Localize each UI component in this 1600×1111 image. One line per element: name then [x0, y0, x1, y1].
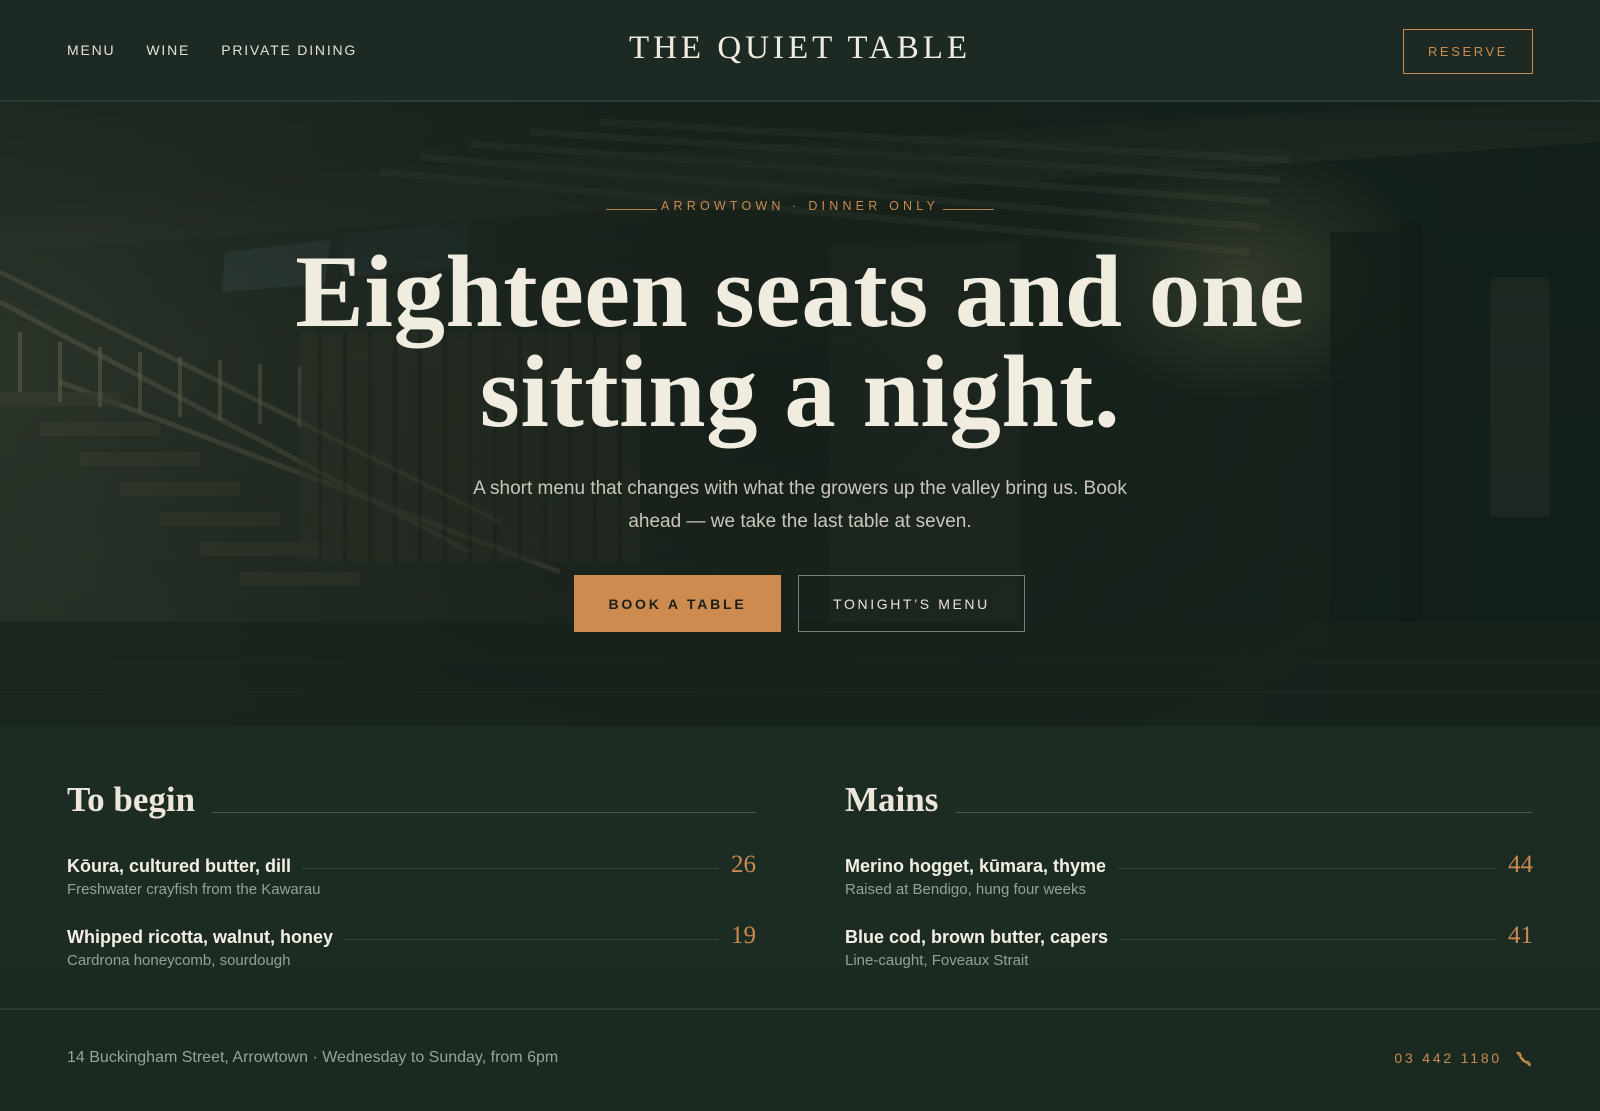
hero-eyebrow: ARROWTOWN · DINNER ONLY — [660, 199, 940, 213]
site-header: MENU WINE PRIVATE DINING THE QUIET TABLE… — [0, 0, 1600, 102]
site-footer: 14 Buckingham Street, Arrowtown · Wednes… — [0, 970, 1600, 1111]
menu-item-name: Merino hogget, kūmara, thyme — [845, 855, 1119, 877]
footer-address: 14 Buckingham Street, Arrowtown · Wednes… — [67, 1049, 559, 1066]
hero-headline: Eighteen seats and one sitting a night. — [0, 241, 1600, 444]
phone-icon[interactable] — [1515, 1050, 1533, 1068]
menu-item-description: Raised at Bendigo, hung four weeks — [845, 881, 1086, 898]
reserve-button[interactable]: RESERVE — [1403, 29, 1533, 74]
brand-logo[interactable]: THE QUIET TABLE — [0, 30, 1600, 67]
eyebrow-rule-right — [943, 209, 994, 210]
hero-headline-line1: Eighteen seats and one — [295, 235, 1305, 349]
tonights-menu-button[interactable]: TONIGHT’S MENU — [798, 575, 1025, 632]
section-title-begin: To begin — [67, 780, 213, 820]
menu-item-name: Whipped ricotta, walnut, honey — [67, 926, 346, 948]
book-table-button[interactable]: BOOK A TABLE — [574, 575, 781, 632]
hero-lede: A short menu that changes with what the … — [473, 478, 1127, 532]
menu-item: Merino hogget, kūmara, thyme 44 Raised a… — [845, 852, 1533, 909]
menu-item-price: 19 — [719, 923, 756, 949]
menu-item-price: 44 — [1496, 852, 1533, 878]
hero-section: ARROWTOWN · DINNER ONLY Eighteen seats a… — [0, 102, 1600, 726]
menu-item: Kōura, cultured butter, dill 26 Freshwat… — [67, 852, 756, 909]
hero-headline-line2: sitting a night. — [479, 335, 1121, 449]
menu-preview-section: To begin Kōura, cultured butter, dill 26… — [0, 726, 1600, 970]
menu-item-name: Blue cod, brown butter, capers — [845, 926, 1121, 948]
phone-link[interactable]: 03 442 1180 — [1394, 1050, 1502, 1066]
menu-item-name: Kōura, cultured butter, dill — [67, 855, 304, 877]
menu-item-description: Freshwater crayfish from the Kawarau — [67, 881, 321, 898]
menu-item-price: 41 — [1496, 923, 1533, 949]
menu-item-description: Cardrona honeycomb, sourdough — [67, 952, 291, 969]
menu-item-price: 26 — [719, 852, 756, 878]
menu-item-description: Line-caught, Foveaux Strait — [845, 952, 1029, 969]
footer-divider — [0, 1008, 1600, 1010]
section-title-mains: Mains — [845, 780, 956, 820]
